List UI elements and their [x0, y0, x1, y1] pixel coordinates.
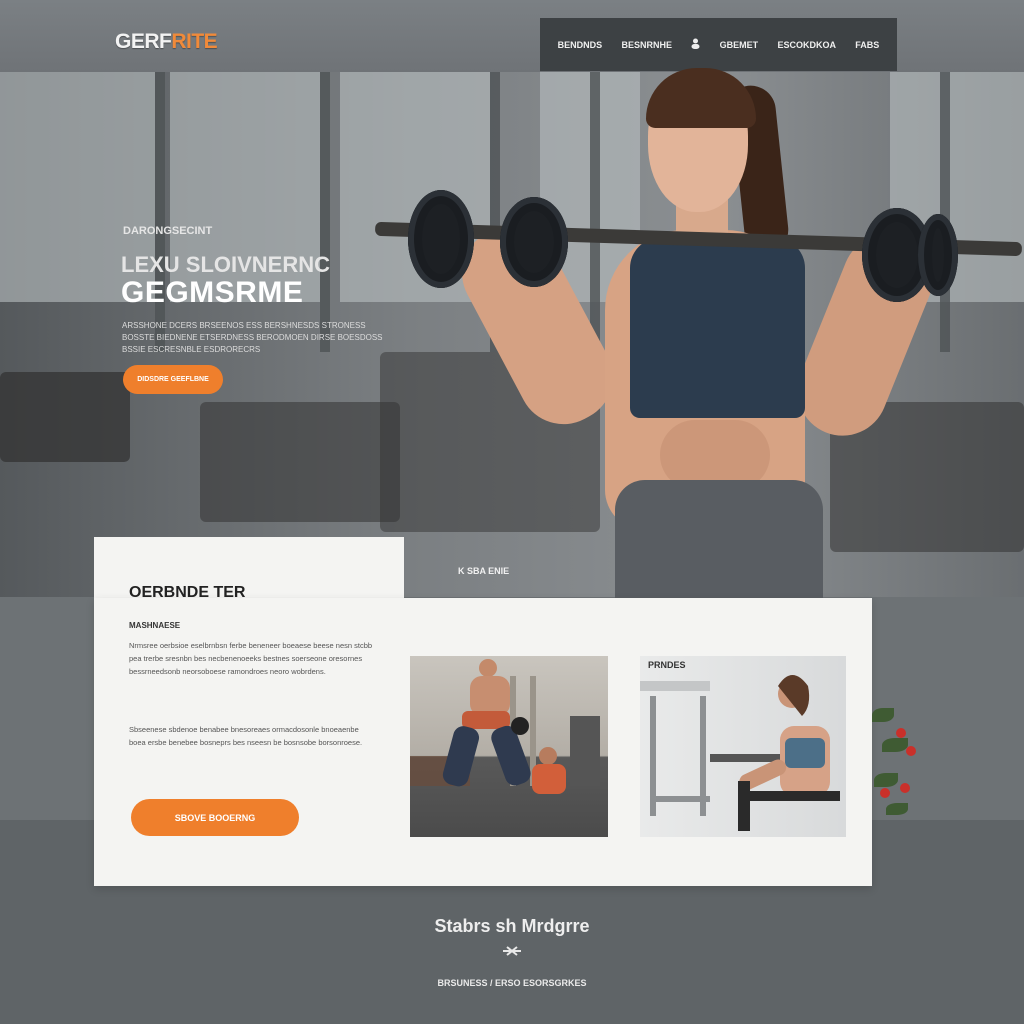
- window-frame: [320, 72, 330, 352]
- nav-item-1[interactable]: BENDNDS: [558, 40, 603, 50]
- photo-label: PRNDES: [648, 660, 686, 670]
- main-nav: BENDNDS BESNRNHE GBEMET ESCOKDKOA FABS: [540, 18, 897, 71]
- nav-item-3[interactable]: GBEMET: [720, 40, 759, 50]
- leaf: [882, 738, 908, 752]
- card-paragraph-2: Sbseenese sbdenoe benabee bnesoreaes orm…: [129, 725, 363, 747]
- workout-photo-squat: [410, 656, 608, 837]
- card-cta-button[interactable]: SBOVE BOOERNG: [131, 799, 299, 836]
- weight-plate: [500, 197, 568, 287]
- footer-links[interactable]: BRSUNESS / ERSO ESORSGRKES: [0, 978, 1024, 988]
- site-logo[interactable]: GERFRITE: [115, 30, 218, 54]
- workout-photo-dumbbell: [640, 656, 846, 837]
- hero-title-line-2: GEGMSRME: [121, 276, 304, 309]
- nav-item-2[interactable]: BESNRNHE: [621, 40, 672, 50]
- footer-title: Stabrs sh Mrdgrre: [434, 916, 590, 936]
- flower: [896, 728, 906, 738]
- window-frame: [155, 72, 165, 352]
- hero-description: ARSSHONE DCERS BRSEENOS ESS BERSHNESDS S…: [122, 321, 383, 354]
- leaf: [886, 803, 908, 815]
- nav-item-5[interactable]: FABS: [855, 40, 879, 50]
- user-icon[interactable]: [691, 38, 700, 52]
- weight-plate: [408, 190, 474, 288]
- hero-eyebrow: DARONGSECINT: [123, 225, 213, 237]
- card-paragraph-1: Nrmsree oerbsioe eselbrnbsn ferbe benene…: [129, 641, 373, 676]
- hero-tag: K SBA ENIE: [458, 566, 510, 576]
- window-frame: [590, 72, 600, 352]
- card-subtitle: MASHNAESE: [129, 621, 181, 630]
- flower: [880, 788, 890, 798]
- gym-machine: [0, 372, 130, 462]
- dumbbell-icon: [0, 944, 1024, 963]
- leaf: [874, 773, 898, 787]
- hero-title-line-1: LEXU SLOIVNERNC: [121, 252, 331, 277]
- weight-plate: [918, 214, 958, 296]
- flower: [906, 746, 916, 756]
- card-title: OERBNDE TER: [129, 584, 246, 601]
- flower: [900, 783, 910, 793]
- window-frame: [940, 72, 950, 352]
- leaf: [872, 708, 894, 722]
- nav-item-4[interactable]: ESCOKDKOA: [777, 40, 836, 50]
- gym-machine: [200, 402, 400, 522]
- hero-cta-button[interactable]: DIDSDRE GEEFLBNE: [123, 365, 223, 394]
- leggings: [615, 480, 823, 610]
- sports-bra: [630, 238, 805, 418]
- plant-decoration: [872, 688, 922, 828]
